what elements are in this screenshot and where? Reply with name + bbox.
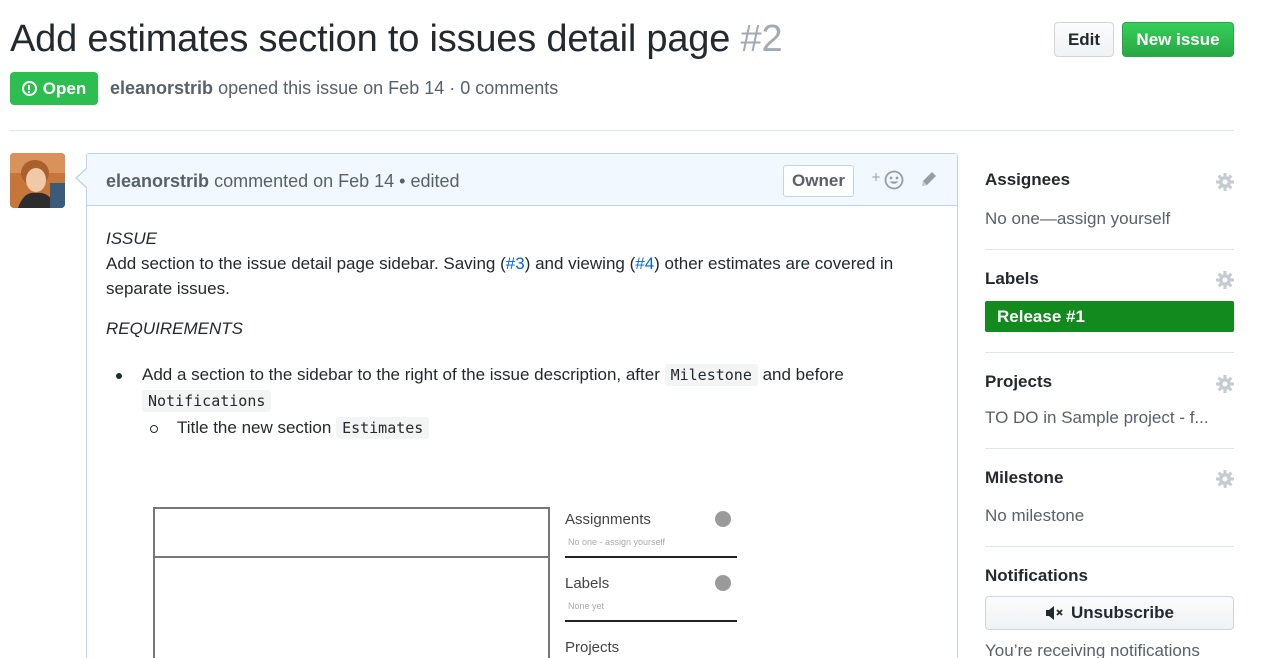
requirements-heading: REQUIREMENTS <box>106 319 243 338</box>
pencil-icon[interactable] <box>919 169 939 189</box>
state-label: Open <box>42 78 87 98</box>
mockup-body-box <box>153 556 550 658</box>
sidebar-notifications-heading: Notifications <box>985 566 1088 585</box>
code-notifications: Notifications <box>142 390 272 412</box>
add-reaction-icon[interactable]: + <box>871 168 907 192</box>
sidebar-assignees-heading[interactable]: Assignees <box>985 170 1070 190</box>
comment-body: ISSUE Add section to the issue detail pa… <box>106 226 936 301</box>
sidebar-divider <box>985 546 1234 547</box>
comment-paragraph: Add section to the issue detail page sid… <box>106 251 936 301</box>
body-text: Add section to the issue detail page sid… <box>106 254 506 273</box>
comment-header: eleanorstrib commented on Feb 14 • edite… <box>87 154 957 206</box>
comment-meta-text[interactable]: commented on Feb 14 • edited <box>214 171 459 191</box>
bullet <box>116 373 122 379</box>
gear-icon[interactable] <box>1215 469 1235 489</box>
comment-caret-inner <box>77 169 87 187</box>
list-item-text: and before <box>757 365 844 384</box>
sub-bullet <box>150 425 158 433</box>
svg-text:+: + <box>871 170 881 184</box>
body-text: ) and viewing ( <box>524 254 636 273</box>
issue-heading: ISSUE <box>106 229 158 248</box>
label-release-1[interactable]: Release #1 <box>985 301 1234 332</box>
issue-link-3[interactable]: #3 <box>506 254 525 273</box>
comment-author-link[interactable]: eleanorstrib <box>106 171 209 191</box>
issue-number: #2 <box>740 18 783 60</box>
comment-meta: eleanorstrib commented on Feb 14 • edite… <box>106 171 460 192</box>
issue-link-4[interactable]: #4 <box>635 254 654 273</box>
mockup-assignments-sub: No one - assign yourself <box>568 537 666 547</box>
edit-button[interactable]: Edit <box>1054 22 1114 57</box>
issue-meta: eleanorstrib opened this issue on Feb 14… <box>110 78 558 99</box>
header-divider <box>10 130 1234 131</box>
issue-opened-text: opened this issue on Feb 14 · 0 comments <box>218 78 559 98</box>
sidebar-divider <box>985 448 1234 449</box>
issue-opened-icon <box>21 81 37 96</box>
mockup-divider <box>565 620 737 622</box>
mockup-assignments-label: Assignments <box>565 511 651 528</box>
sidebar-assignees-value[interactable]: No one—assign yourself <box>985 209 1220 229</box>
sub-list-item: Title the new section Estimates <box>177 415 430 441</box>
sidebar-milestone-heading[interactable]: Milestone <box>985 468 1063 488</box>
new-issue-button[interactable]: New issue <box>1122 22 1234 57</box>
sidebar-notifications-value: You’re receiving notifications <box>985 641 1200 658</box>
mockup-gear-dot <box>715 575 731 591</box>
code-milestone: Milestone <box>664 364 758 386</box>
state-badge: Open <box>10 72 98 105</box>
mockup-labels-label: Labels <box>565 575 610 592</box>
gear-icon[interactable] <box>1215 270 1235 290</box>
sidebar-projects-heading[interactable]: Projects <box>985 372 1052 392</box>
list-item-text: Title the new section <box>177 418 337 437</box>
owner-badge: Owner <box>783 165 854 197</box>
mockup-header-box <box>153 507 550 557</box>
list-item-text: Add a section to the sidebar to the righ… <box>142 365 665 384</box>
mockup-divider <box>565 556 737 558</box>
issue-author-link[interactable]: eleanorstrib <box>110 78 213 98</box>
comment-box: eleanorstrib commented on Feb 14 • edite… <box>86 153 958 658</box>
mockup-projects-label: Projects <box>565 639 620 656</box>
list-item: Add a section to the sidebar to the righ… <box>142 362 942 414</box>
sidebar-projects-value[interactable]: TO DO in Sample project - f... <box>985 408 1220 428</box>
issue-title-text: Add estimates section to issues detail p… <box>10 18 731 60</box>
code-estimates: Estimates <box>336 417 430 439</box>
issue-title: Add estimates section to issues detail p… <box>10 18 783 61</box>
mockup-gear-dot <box>715 511 731 527</box>
mockup-labels-sub: None yet <box>568 601 605 611</box>
unsubscribe-label: Unsubscribe <box>1071 603 1174 622</box>
sidebar-labels-heading[interactable]: Labels <box>985 269 1039 289</box>
unsubscribe-button[interactable]: Unsubscribe <box>985 596 1234 630</box>
gear-icon[interactable] <box>1215 172 1235 192</box>
sidebar-milestone-value: No milestone <box>985 506 1085 525</box>
mute-icon <box>1046 606 1063 620</box>
sidebar-divider <box>985 249 1234 250</box>
avatar[interactable] <box>10 153 65 208</box>
sidebar-divider <box>985 352 1234 353</box>
gear-icon[interactable] <box>1215 374 1235 394</box>
